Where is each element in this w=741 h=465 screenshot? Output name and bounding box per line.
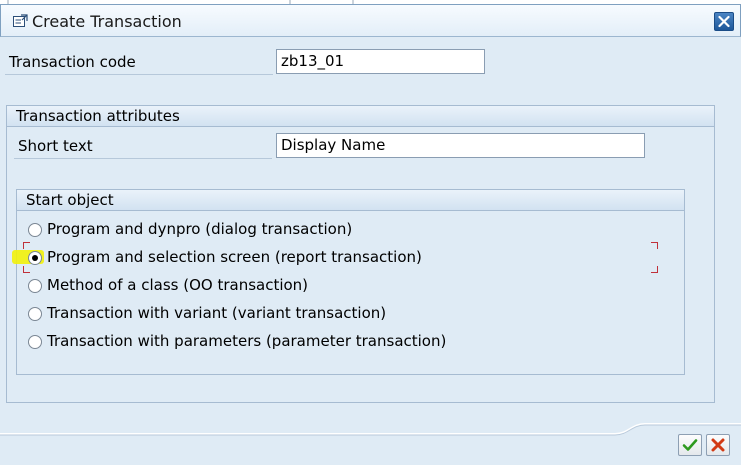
focus-corner-top-right: [651, 242, 658, 249]
cancel-button[interactable]: [706, 434, 730, 456]
short-text-input[interactable]: Display Name: [276, 133, 645, 158]
radio-button[interactable]: [28, 335, 42, 349]
start-object-title: Start object: [26, 191, 114, 209]
radio-label: Transaction with parameters (parameter t…: [47, 332, 447, 350]
short-text-label-underline: [14, 158, 272, 159]
focus-corner-bottom-left: [23, 266, 30, 273]
cancel-x-icon: [711, 438, 725, 452]
radio-label: Program and dynpro (dialog transaction): [47, 220, 353, 238]
short-text-label: Short text: [18, 137, 93, 155]
radio-label: Method of a class (OO transaction): [47, 276, 309, 294]
create-transaction-dialog: Create Transaction Transaction code zb13…: [0, 0, 741, 465]
transaction-attributes-header: Transaction attributes: [7, 106, 714, 127]
dialog-title: Create Transaction: [32, 12, 182, 31]
check-icon: [682, 439, 698, 451]
footer-divider: [0, 423, 741, 436]
radio-label: Program and selection screen (report tra…: [47, 248, 422, 266]
radio-label: Transaction with variant (variant transa…: [47, 304, 387, 322]
radio-button[interactable]: [28, 307, 42, 321]
dialog-footer: [0, 422, 741, 465]
transaction-code-label: Transaction code: [9, 53, 136, 71]
focus-corner-bottom-right: [651, 266, 658, 273]
radio-button-selected[interactable]: [28, 251, 42, 265]
title-bar: Create Transaction: [0, 4, 741, 37]
radio-button[interactable]: [28, 223, 42, 237]
radio-button[interactable]: [28, 279, 42, 293]
close-icon: [718, 15, 730, 28]
transaction-code-input[interactable]: zb13_01: [276, 49, 485, 74]
transaction-attributes-title: Transaction attributes: [16, 107, 180, 125]
start-object-header: Start object: [17, 190, 684, 211]
confirm-button[interactable]: [678, 434, 702, 456]
create-transaction-icon: [12, 13, 28, 29]
transaction-code-label-underline: [5, 74, 273, 75]
close-button[interactable]: [714, 12, 734, 31]
focus-corner-top-left: [23, 242, 30, 249]
